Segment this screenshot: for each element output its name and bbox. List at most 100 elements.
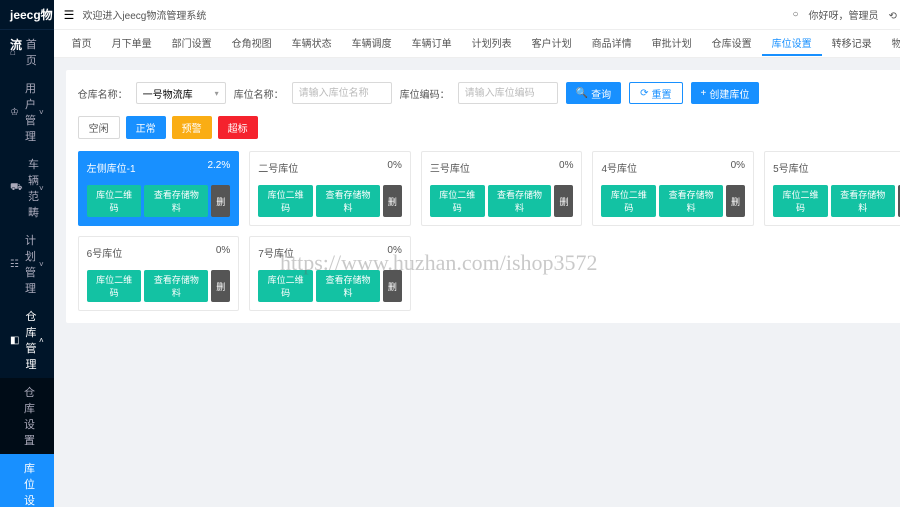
loccode-label: 库位编码： [400,86,450,101]
warehouse-select[interactable]: 一号物流库 ▾ [136,82,226,104]
card-percent: 0% [216,245,230,260]
locname-input[interactable] [292,82,392,104]
card-title: 4号库位 [601,160,637,175]
location-card: 4号库位 0% 库位二维码 查看存储物料 删 [592,151,754,226]
tab[interactable]: 商品详情 [582,31,642,56]
card-title: 左侧库位-1 [87,160,136,175]
qr-button[interactable]: 库位二维码 [87,270,142,302]
delete-button[interactable]: 删 [211,270,230,302]
sidebar-item[interactable]: ♔ 用户管理˅ [0,74,54,150]
legend-row: 空闲 正常 预警 超标 [78,116,900,139]
card-percent: 0% [559,160,573,175]
legend-over[interactable]: 超标 [218,116,258,139]
card-title: 7号库位 [258,245,294,260]
qr-button[interactable]: 库位二维码 [601,185,656,217]
create-button[interactable]: + 创建库位 [691,82,760,104]
tab[interactable]: 物料明细 [882,31,900,56]
tab[interactable]: 车辆订单 [402,31,462,56]
sidebar: jeecg物流 ⌂首页♔用户管理˅⛟车辆范畴˅☷计划管理˅◧仓库管理˄仓库设置库… [0,0,54,507]
view-button[interactable]: 查看存储物料 [659,185,723,217]
chevron-icon: ˅ [39,184,44,193]
sidebar-subitem[interactable]: 库位设置 [0,454,54,507]
filter-row: 仓库名称： 一号物流库 ▾ 库位名称： 库位编码： 🔍 查询 ⟳ 重置 + 创建… [78,82,900,104]
qr-button[interactable]: 库位二维码 [258,270,313,302]
menu-label: 首页 [26,36,44,68]
menu-icon: ☷ [10,259,19,270]
location-card: 左侧库位-1 2.2% 库位二维码 查看存储物料 删 [78,151,240,226]
view-button[interactable]: 查看存储物料 [831,185,895,217]
tab[interactable]: 车辆调度 [342,31,402,56]
card-title: 二号库位 [258,160,298,175]
content-area: 仓库名称： 一号物流库 ▾ 库位名称： 库位编码： 🔍 查询 ⟳ 重置 + 创建… [54,58,900,507]
header-bar: ☰ 欢迎进入jeecg物流管理系统 ○ 你好呀，管理员 ⟲ 退出登录 [54,0,900,30]
sidebar-item[interactable]: ☷ 计划管理˅ [0,226,54,302]
card-percent: 0% [387,160,401,175]
tab[interactable]: 客户计划 [522,31,582,56]
menu-label: 计划管理 [25,232,39,296]
search-button[interactable]: 🔍 查询 [566,82,621,104]
reset-button[interactable]: ⟳ 重置 [629,82,682,104]
delete-button[interactable]: 删 [383,185,402,217]
chevron-down-icon: ▾ [215,89,219,98]
view-button[interactable]: 查看存储物料 [316,185,380,217]
legend-warn[interactable]: 预警 [172,116,212,139]
exit-button[interactable]: ⟲ 退出登录 [889,7,900,22]
legend-empty[interactable]: 空闲 [78,116,120,139]
location-card: 6号库位 0% 库位二维码 查看存储物料 删 [78,236,240,311]
legend-normal[interactable]: 正常 [126,116,166,139]
tab[interactable]: 车辆状态 [282,31,342,56]
tab[interactable]: 转移记录 [822,31,882,56]
card-percent: 0% [387,245,401,260]
qr-button[interactable]: 库位二维码 [87,185,142,217]
tab[interactable]: 月下单量 [102,31,162,56]
qr-button[interactable]: 库位二维码 [258,185,313,217]
qr-button[interactable]: 库位二维码 [773,185,828,217]
card-title: 5号库位 [773,160,809,175]
menu-icon: ♔ [10,107,19,118]
tab[interactable]: 库位设置 [762,31,822,56]
view-button[interactable]: 查看存储物料 [144,185,208,217]
sidebar-item[interactable]: ⛟ 车辆范畴˅ [0,150,54,226]
tab[interactable]: 仓库设置 [702,31,762,56]
tab[interactable]: 首页 [62,31,102,56]
cards-grid: 左侧库位-1 2.2% 库位二维码 查看存储物料 删 二号库位 0% 库位二维码… [78,151,900,311]
warehouse-label: 仓库名称： [78,86,128,101]
menu-icon: ⛟ [10,182,22,195]
chevron-icon: ˄ [39,336,44,345]
sidebar-subitem[interactable]: 仓库设置 [0,378,54,454]
location-card: 二号库位 0% 库位二维码 查看存储物料 删 [249,151,411,226]
logo: jeecg物流 [0,0,54,30]
sidebar-item[interactable]: ⌂ 首页 [0,30,54,74]
delete-button[interactable]: 删 [211,185,230,217]
tab[interactable]: 计划列表 [462,31,522,56]
view-button[interactable]: 查看存储物料 [144,270,208,302]
welcome-text: 欢迎进入jeecg物流管理系统 [82,7,206,22]
menu-icon: ⌂ [10,47,20,58]
sidebar-item[interactable]: ◧ 仓库管理˄ [0,302,54,378]
card-percent: 2.2% [207,160,230,175]
delete-button[interactable]: 删 [554,185,573,217]
chevron-icon: ˅ [39,108,44,117]
card-title: 6号库位 [87,245,123,260]
main-area: ☰ 欢迎进入jeecg物流管理系统 ○ 你好呀，管理员 ⟲ 退出登录 首页月下单… [54,0,900,507]
tab[interactable]: 仓角视图 [222,31,282,56]
chevron-icon: ˅ [39,260,44,269]
user-greeting[interactable]: 你好呀，管理员 [809,7,879,22]
loccode-input[interactable] [458,82,558,104]
qr-button[interactable]: 库位二维码 [430,185,485,217]
menu-icon: ◧ [10,335,19,346]
view-button[interactable]: 查看存储物料 [488,185,552,217]
delete-button[interactable]: 删 [383,270,402,302]
tab[interactable]: 审批计划 [642,31,702,56]
locname-label: 库位名称： [234,86,284,101]
tab[interactable]: 部门设置 [162,31,222,56]
view-button[interactable]: 查看存储物料 [316,270,380,302]
card-title: 三号库位 [430,160,470,175]
menu-label: 仓库管理 [25,308,39,372]
collapse-icon[interactable]: ☰ [64,8,75,22]
menu-label: 用户管理 [25,80,39,144]
menu-label: 车辆范畴 [28,156,39,220]
delete-button[interactable]: 删 [726,185,745,217]
notification-icon[interactable]: ○ [792,9,798,20]
tab-bar: 首页月下单量部门设置仓角视图车辆状态车辆调度车辆订单计划列表客户计划商品详情审批… [54,30,900,58]
